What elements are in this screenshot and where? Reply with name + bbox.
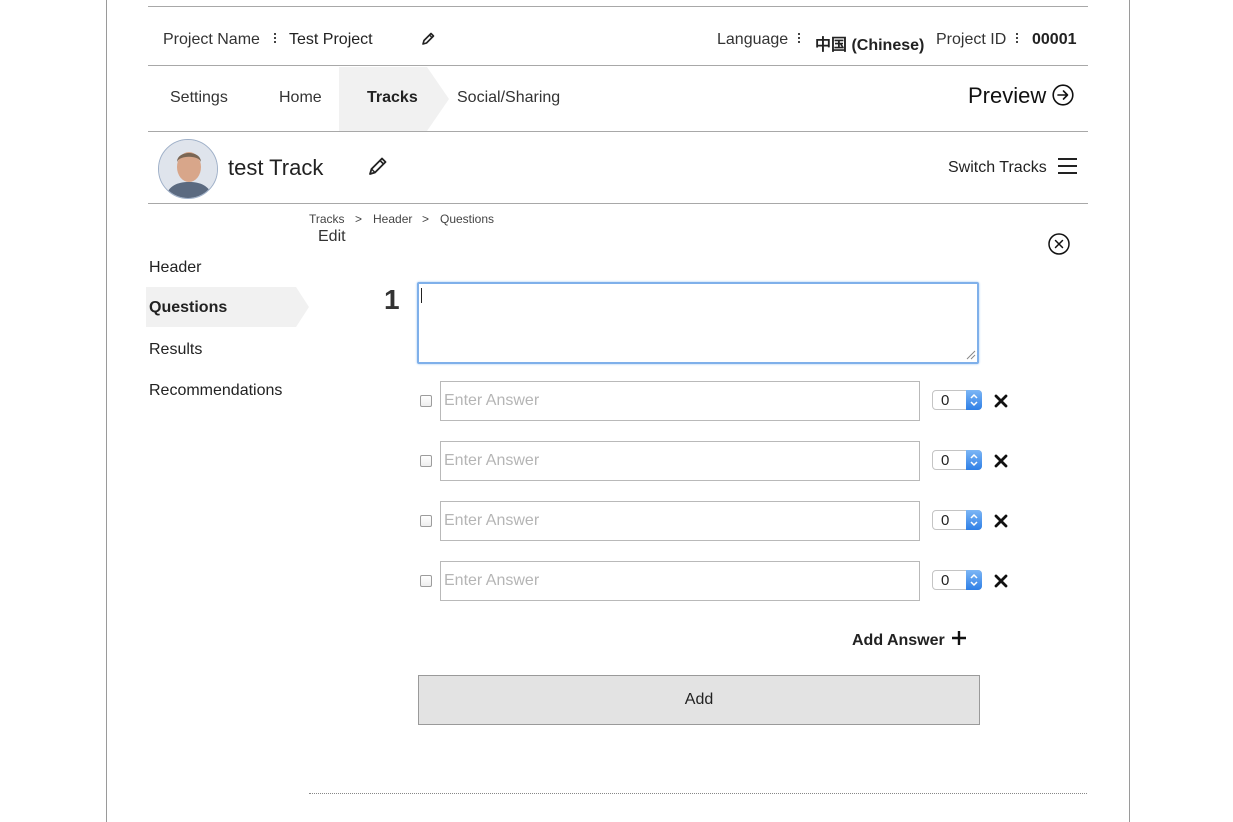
points-value: 0: [941, 512, 950, 529]
breadcrumb-separator: >: [355, 212, 363, 226]
tab-settings[interactable]: Settings: [170, 89, 228, 107]
project-name-value: Test Project: [289, 31, 373, 48]
language-value[interactable]: 中国 (Chinese): [815, 31, 924, 55]
answer-checkbox[interactable]: [420, 515, 432, 527]
edit-project-pencil-icon[interactable]: [420, 31, 436, 47]
top-divider: [148, 6, 1088, 7]
nav-divider: [148, 131, 1088, 132]
points-value: 0: [941, 572, 950, 589]
separator-dots: [274, 33, 276, 45]
section-divider: [309, 793, 1087, 794]
answer-checkbox[interactable]: [420, 395, 432, 407]
remove-answer-icon[interactable]: [993, 513, 1009, 529]
menu-icon[interactable]: [1058, 158, 1077, 175]
breadcrumb-header[interactable]: Header: [373, 212, 412, 226]
project-id-value: 00001: [1032, 31, 1077, 48]
avatar: [158, 139, 218, 199]
track-title: test Track: [228, 155, 324, 180]
side-item-questions[interactable]: Questions: [149, 299, 227, 317]
answer-input[interactable]: [440, 381, 920, 421]
tab-tracks[interactable]: Tracks: [367, 89, 418, 107]
question-text-input[interactable]: [417, 282, 979, 364]
remove-answer-icon[interactable]: [993, 393, 1009, 409]
select-stepper-icon: [966, 390, 982, 410]
text-caret: [421, 288, 422, 303]
points-select[interactable]: 0: [932, 450, 982, 470]
question-number: 1: [384, 284, 400, 315]
select-stepper-icon: [966, 510, 982, 530]
points-select[interactable]: 0: [932, 570, 982, 590]
separator-dots: [798, 33, 800, 45]
points-value: 0: [941, 452, 950, 469]
answer-checkbox[interactable]: [420, 455, 432, 467]
tab-social-sharing[interactable]: Social/Sharing: [457, 89, 560, 107]
project-id-label: Project ID: [936, 31, 1007, 48]
add-question-button[interactable]: Add: [418, 675, 980, 725]
select-stepper-icon: [966, 570, 982, 590]
mode-label: Edit: [318, 228, 346, 245]
project-name-label: Project Name: [163, 31, 260, 48]
points-select[interactable]: 0: [932, 510, 982, 530]
track-divider: [148, 203, 1088, 204]
breadcrumb-separator: >: [422, 212, 430, 226]
switch-tracks-link[interactable]: Switch Tracks: [948, 159, 1047, 177]
side-item-header[interactable]: Header: [149, 259, 201, 277]
select-stepper-icon: [966, 450, 982, 470]
remove-answer-icon[interactable]: [993, 453, 1009, 469]
project-bar-divider: [148, 65, 1088, 66]
edit-track-pencil-icon[interactable]: [367, 155, 389, 177]
side-item-recommendations[interactable]: Recommendations: [149, 382, 282, 400]
answer-input[interactable]: [440, 441, 920, 481]
preview-link[interactable]: Preview: [968, 83, 1046, 109]
points-value: 0: [941, 392, 950, 409]
plus-icon[interactable]: [951, 630, 967, 646]
points-select[interactable]: 0: [932, 390, 982, 410]
answer-input[interactable]: [440, 561, 920, 601]
tab-home[interactable]: Home: [279, 89, 322, 107]
breadcrumb-tracks[interactable]: Tracks: [309, 212, 345, 226]
add-answer-link[interactable]: Add Answer: [852, 632, 945, 650]
language-label: Language: [717, 31, 789, 48]
breadcrumb-questions: Questions: [440, 212, 495, 226]
close-circle-icon[interactable]: [1048, 233, 1070, 255]
answer-input[interactable]: [440, 501, 920, 541]
remove-answer-icon[interactable]: [993, 573, 1009, 589]
answer-checkbox[interactable]: [420, 575, 432, 587]
arrow-right-circle-icon[interactable]: [1052, 84, 1074, 106]
separator-dots: [1016, 33, 1018, 45]
side-item-results[interactable]: Results: [149, 341, 202, 359]
resize-grip-icon[interactable]: [966, 350, 976, 360]
